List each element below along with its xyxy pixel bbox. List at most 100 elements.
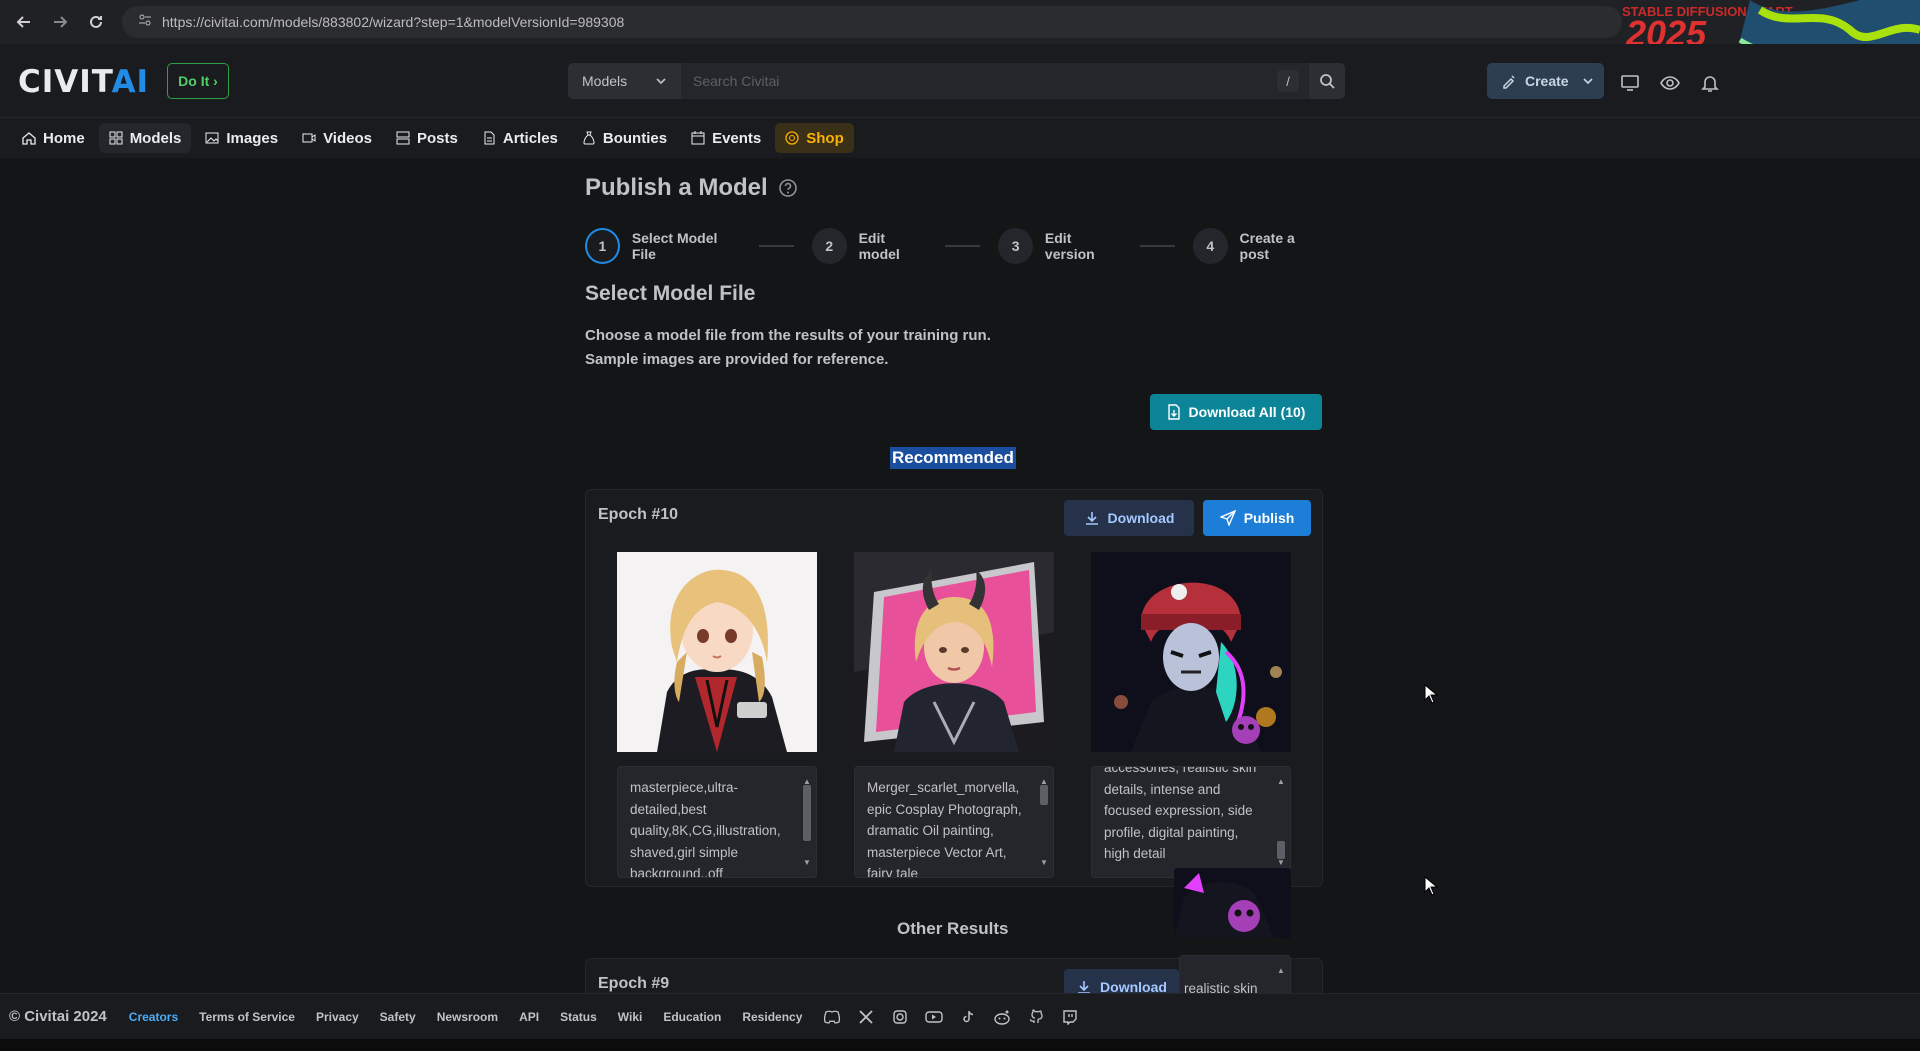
site-header: CIVITAI Do It › Models Search Civitai / … — [0, 44, 1920, 118]
image-icon — [205, 132, 219, 144]
scrollbar[interactable]: ▲ ▼ — [1276, 771, 1286, 873]
reddit-icon[interactable] — [993, 1008, 1011, 1026]
download-button[interactable]: Download — [1064, 500, 1194, 536]
search-icon — [1320, 74, 1335, 89]
footer-link-status[interactable]: Status — [560, 1010, 597, 1024]
prompt-textbox[interactable]: realistic skin se and ression, side tal … — [1179, 955, 1291, 993]
download-all-button[interactable]: Download All (10) — [1150, 394, 1322, 430]
discord-icon[interactable] — [823, 1008, 841, 1026]
help-icon[interactable] — [778, 178, 798, 198]
search-input[interactable]: Search Civitai / — [681, 63, 1309, 99]
footer-link-newsroom[interactable]: Newsroom — [437, 1010, 498, 1024]
step-edit-version[interactable]: 3 Edit version — [998, 228, 1122, 264]
chevron-down-icon — [656, 78, 666, 85]
video-icon — [302, 133, 316, 143]
reload-icon[interactable] — [78, 4, 114, 40]
step-number: 2 — [811, 228, 847, 264]
footer-link-api[interactable]: API — [519, 1010, 539, 1024]
site-settings-icon[interactable] — [138, 13, 152, 32]
eye-icon[interactable] — [1659, 72, 1681, 94]
x-icon[interactable] — [857, 1008, 875, 1026]
monitor-icon[interactable] — [1619, 72, 1641, 94]
download-icon — [1078, 981, 1091, 993]
dragged-image-preview — [1174, 868, 1291, 938]
civitai-logo[interactable]: CIVITAI — [18, 64, 149, 100]
scrollbar[interactable]: ▲ ▼ — [1039, 771, 1049, 873]
copyright: © Civitai 2024 — [9, 1008, 107, 1025]
other-results-heading: Other Results — [897, 919, 1009, 938]
footer-link-safety[interactable]: Safety — [380, 1010, 416, 1024]
chevron-down-icon — [1583, 78, 1593, 85]
bottom-strip — [0, 1039, 1920, 1051]
step-label: Edit version — [1044, 230, 1095, 262]
main-nav: Home Models Images Videos Posts Articles… — [0, 118, 1920, 158]
url-text: https://civitai.com/models/883802/wizard… — [162, 14, 625, 30]
step-connector — [759, 245, 794, 247]
epoch-title: Epoch #9 — [598, 975, 670, 992]
publish-button[interactable]: Publish — [1203, 500, 1311, 536]
nav-articles[interactable]: Articles — [472, 123, 568, 153]
scrollbar[interactable]: ▲ ▼ — [802, 771, 812, 873]
nav-posts[interactable]: Posts — [386, 123, 468, 153]
step-connector — [1140, 245, 1175, 247]
step-label: Select Model File — [631, 230, 718, 262]
instagram-icon[interactable] — [891, 1008, 909, 1026]
search-type-select[interactable]: Models — [568, 63, 681, 99]
doit-button[interactable]: Do It › — [167, 63, 229, 99]
search-button[interactable] — [1309, 63, 1345, 99]
footer-link-terms[interactable]: Terms of Service — [199, 1010, 295, 1024]
download-button[interactable]: Download — [1064, 969, 1179, 993]
forward-icon[interactable] — [42, 4, 78, 40]
step-edit-model[interactable]: 2 Edit model — [811, 228, 928, 264]
step-label: Create a post — [1239, 230, 1295, 262]
step-number: 4 — [1192, 228, 1228, 264]
footer-link-creators[interactable]: Creators — [129, 1010, 178, 1024]
step-label: Edit model — [858, 230, 900, 262]
nav-videos[interactable]: Videos — [292, 123, 382, 153]
sample-image[interactable] — [854, 552, 1054, 752]
moneybag-icon — [583, 131, 595, 145]
nav-images[interactable]: Images — [195, 123, 288, 153]
footer-link-wiki[interactable]: Wiki — [618, 1010, 643, 1024]
mouse-cursor-icon — [1424, 876, 1438, 896]
brush-icon — [1503, 75, 1515, 89]
nav-bounties[interactable]: Bounties — [572, 123, 677, 153]
sample-image[interactable] — [1091, 552, 1291, 752]
nav-models[interactable]: Models — [98, 123, 192, 153]
nav-shop[interactable]: Shop — [775, 123, 854, 153]
sample-image[interactable] — [617, 552, 817, 752]
twitch-icon[interactable] — [1061, 1008, 1079, 1026]
back-icon[interactable] — [6, 4, 42, 40]
footer-link-residency[interactable]: Residency — [742, 1010, 802, 1024]
download-icon — [1085, 512, 1098, 525]
prompt-textbox[interactable]: masterpiece,ultra-detailed,best quality,… — [617, 766, 817, 878]
tiktok-icon[interactable] — [959, 1008, 977, 1026]
search-shortcut-key: / — [1277, 70, 1299, 92]
step-select-model-file[interactable]: 1 Select Model File — [585, 228, 741, 264]
address-bar[interactable]: https://civitai.com/models/883802/wizard… — [122, 6, 1622, 38]
prompt-textbox[interactable]: accessories, realistic skin details, int… — [1091, 766, 1291, 878]
bell-icon[interactable] — [1699, 72, 1721, 94]
epoch-title: Epoch #10 — [598, 506, 679, 523]
youtube-icon[interactable] — [925, 1008, 944, 1026]
section-title: Select Model File — [585, 282, 756, 305]
nav-home[interactable]: Home — [12, 123, 95, 153]
mouse-cursor-icon — [1424, 684, 1438, 704]
scrollbar[interactable]: ▲ — [1276, 960, 1286, 993]
search-bar: Models Search Civitai / — [568, 63, 1345, 99]
nav-events[interactable]: Events — [681, 123, 771, 153]
step-create-post[interactable]: 4 Create a post — [1192, 228, 1325, 264]
footer-link-education[interactable]: Education — [663, 1010, 721, 1024]
shop-icon — [785, 131, 799, 145]
github-icon[interactable] — [1027, 1008, 1045, 1026]
home-icon — [22, 132, 36, 145]
page-title: Publish a Model — [585, 174, 798, 202]
chevron-right-icon: › — [213, 73, 218, 89]
browser-toolbar: https://civitai.com/models/883802/wizard… — [0, 0, 1920, 130]
recommended-heading: Recommended — [890, 447, 1016, 469]
wizard-stepper: 1 Select Model File 2 Edit model 3 Edit … — [585, 228, 1325, 264]
prompt-textbox[interactable]: Merger_scarlet_morvella, epic Cosplay Ph… — [854, 766, 1054, 878]
create-button[interactable]: Create — [1487, 63, 1604, 99]
grid-icon — [109, 131, 123, 145]
footer-link-privacy[interactable]: Privacy — [316, 1010, 359, 1024]
